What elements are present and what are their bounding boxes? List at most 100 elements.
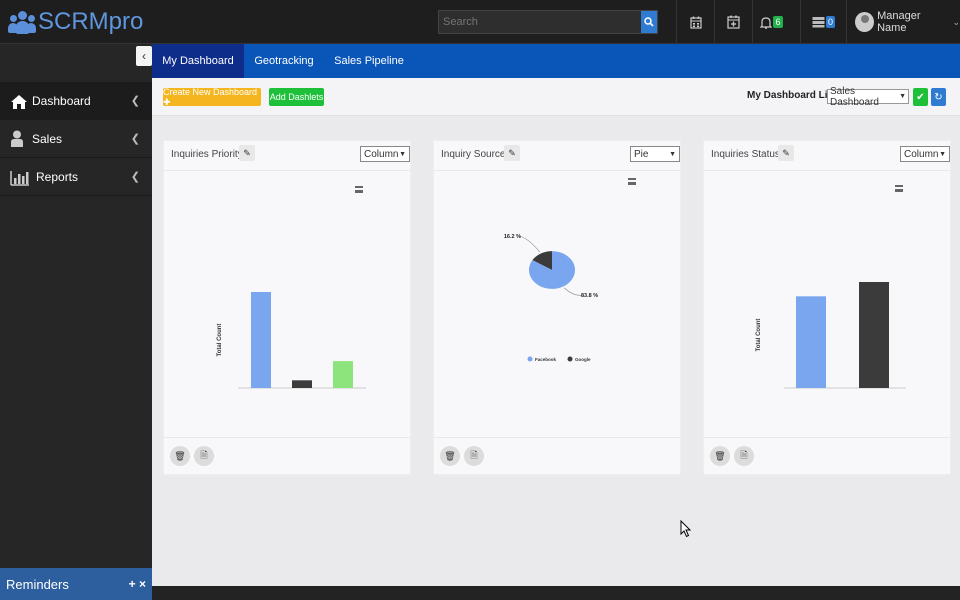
dashlet-header: Inquiry Source ✎ Pie ▼ xyxy=(434,141,680,171)
chart-type-value: Column xyxy=(904,148,939,160)
pie-label-connector xyxy=(518,235,541,253)
server-icon xyxy=(812,17,825,28)
search-input[interactable] xyxy=(439,11,641,33)
edit-dashlet-button[interactable]: ✎ xyxy=(778,145,794,161)
messages-button[interactable]: 0 xyxy=(800,0,846,44)
y-axis-label: Total Count xyxy=(217,324,223,357)
dashlet-footer-divider xyxy=(704,437,950,438)
tab-label: My Dashboard xyxy=(162,55,234,67)
delete-dashlet-button[interactable]: 🗑 xyxy=(440,446,460,466)
user-menu[interactable]: Manager Name ⌄ xyxy=(846,0,960,44)
person-icon xyxy=(10,130,28,148)
calendar-button[interactable] xyxy=(676,0,714,44)
caret-down-icon: ▼ xyxy=(399,150,406,158)
tab-sales-pipeline[interactable]: Sales Pipeline xyxy=(328,44,410,78)
chart-bar xyxy=(859,282,889,388)
sidebar-item-dashboard[interactable]: Dashboard ❮ xyxy=(0,82,152,120)
export-dashlet-button[interactable]: 🗎 xyxy=(464,446,484,466)
pie-data-label: 16.2 % xyxy=(504,234,521,240)
dashlet-title: Inquiries Priority xyxy=(171,149,243,160)
dashboard-list-select[interactable]: Sales Dashboard ▼ xyxy=(827,86,909,108)
chart-type-select[interactable]: Column ▼ xyxy=(900,146,950,162)
pencil-icon: ✎ xyxy=(243,147,251,158)
caret-down-icon: ▼ xyxy=(899,93,906,100)
dashlet-footer-divider xyxy=(434,437,680,438)
dashlet-title: Inquiry Source xyxy=(441,149,506,160)
calendar-plus-icon xyxy=(727,15,740,29)
dashboard-list-label: My Dashboard List xyxy=(747,90,837,101)
tab-geotracking[interactable]: Geotracking xyxy=(244,44,324,78)
refresh-icon: ↻ xyxy=(934,91,943,103)
sidebar: ‹ Dashboard ❮ Sales ❮ Reports ❮ Reminder… xyxy=(0,44,152,600)
priority-bar-chart: Total CountLow,50Med,4High,14PriorityCod… xyxy=(217,292,366,389)
refresh-button[interactable]: ↻ xyxy=(931,88,946,106)
search-box xyxy=(438,10,658,34)
add-event-button[interactable] xyxy=(714,0,752,44)
legend-marker xyxy=(567,356,573,362)
notifications-badge: 6 xyxy=(773,16,783,28)
document-icon: 🗎 xyxy=(740,450,748,460)
calendar-icon xyxy=(689,16,702,29)
trash-icon: 🗑 xyxy=(174,450,186,461)
chart-type-select[interactable]: Column ▼ xyxy=(360,146,410,162)
search-icon xyxy=(644,17,654,27)
pencil-icon: ✎ xyxy=(508,147,516,158)
reminders-panel[interactable]: Reminders + × xyxy=(0,568,152,600)
trash-icon: 🗑 xyxy=(444,450,456,461)
legend-label: Facebook xyxy=(535,357,557,362)
close-icon[interactable]: × xyxy=(139,577,146,591)
check-icon: ✔ xyxy=(916,91,925,103)
sidebar-item-sales[interactable]: Sales ❮ xyxy=(0,120,152,158)
add-dashlets-button[interactable]: Add Dashlets xyxy=(269,88,324,106)
document-icon: 🗎 xyxy=(200,450,208,460)
mouse-cursor-icon xyxy=(680,520,692,538)
chevron-left-icon: ‹ xyxy=(142,49,146,63)
search-button[interactable] xyxy=(641,11,657,33)
sidebar-item-reports[interactable]: Reports ❮ xyxy=(0,158,152,196)
chevron-left-icon: ❮ xyxy=(130,171,140,183)
tab-label: Sales Pipeline xyxy=(334,55,404,67)
chart-bar xyxy=(333,361,353,388)
legend-marker xyxy=(527,356,533,362)
people-icon xyxy=(8,9,36,35)
sidebar-collapse-button[interactable]: ‹ xyxy=(136,46,152,66)
source-pie-chart: 16.2 % 83.8 % Facebook Google xyxy=(504,234,598,362)
legend-label: Google xyxy=(575,357,591,362)
chart-type-value: Column xyxy=(364,148,399,160)
dashboard-list-value: Sales Dashboard xyxy=(830,85,879,108)
tab-label: Geotracking xyxy=(254,55,314,67)
add-reminder-icon[interactable]: + xyxy=(129,577,136,591)
bottom-strip xyxy=(152,586,960,600)
status-bar-chart: Total CountApproved,32Open,37StatusCode xyxy=(756,282,906,389)
chart-type-select[interactable]: Pie ▼ xyxy=(630,146,680,162)
app-logo[interactable]: SCRMpro xyxy=(8,8,143,36)
edit-dashlet-button[interactable]: ✎ xyxy=(239,145,255,161)
notifications-button[interactable]: 6 xyxy=(752,0,790,44)
export-dashlet-button[interactable]: 🗎 xyxy=(194,446,214,466)
apply-button[interactable]: ✔ xyxy=(913,88,928,106)
chart-bar xyxy=(292,380,312,388)
user-name: Manager Name xyxy=(877,10,921,34)
trash-icon: 🗑 xyxy=(714,450,726,461)
delete-dashlet-button[interactable]: 🗑 xyxy=(170,446,190,466)
sidebar-item-label: Reports xyxy=(36,169,79,184)
dashlet-footer-divider xyxy=(164,437,410,438)
home-icon xyxy=(10,92,28,110)
chart-type-value: Pie xyxy=(634,148,649,160)
dashlet-title: Inquiries Status xyxy=(711,149,780,160)
dashlet-inquiries-status: Inquiries Status ✎ Column▼ Total CountAp… xyxy=(703,140,951,475)
edit-dashlet-button[interactable]: ✎ xyxy=(504,145,520,161)
bar-chart-icon xyxy=(10,168,32,186)
chevron-left-icon: ❮ xyxy=(130,95,140,107)
delete-dashlet-button[interactable]: 🗑 xyxy=(710,446,730,466)
chevron-left-icon: ❮ xyxy=(130,133,140,145)
chart-bar xyxy=(251,292,271,388)
caret-down-icon: ▼ xyxy=(669,150,676,158)
dashlet-header: Inquiries Status ✎ Column ▼ xyxy=(704,141,950,171)
tab-my-dashboard[interactable]: My Dashboard xyxy=(152,44,244,78)
export-dashlet-button[interactable]: 🗎 xyxy=(734,446,754,466)
tab-bar: My Dashboard Geotracking Sales Pipeline xyxy=(152,44,960,78)
create-dashboard-button[interactable]: Create New Dashboard ✚ xyxy=(163,87,261,107)
sidebar-item-label: Dashboard xyxy=(32,93,91,108)
chart-bar xyxy=(796,296,826,388)
